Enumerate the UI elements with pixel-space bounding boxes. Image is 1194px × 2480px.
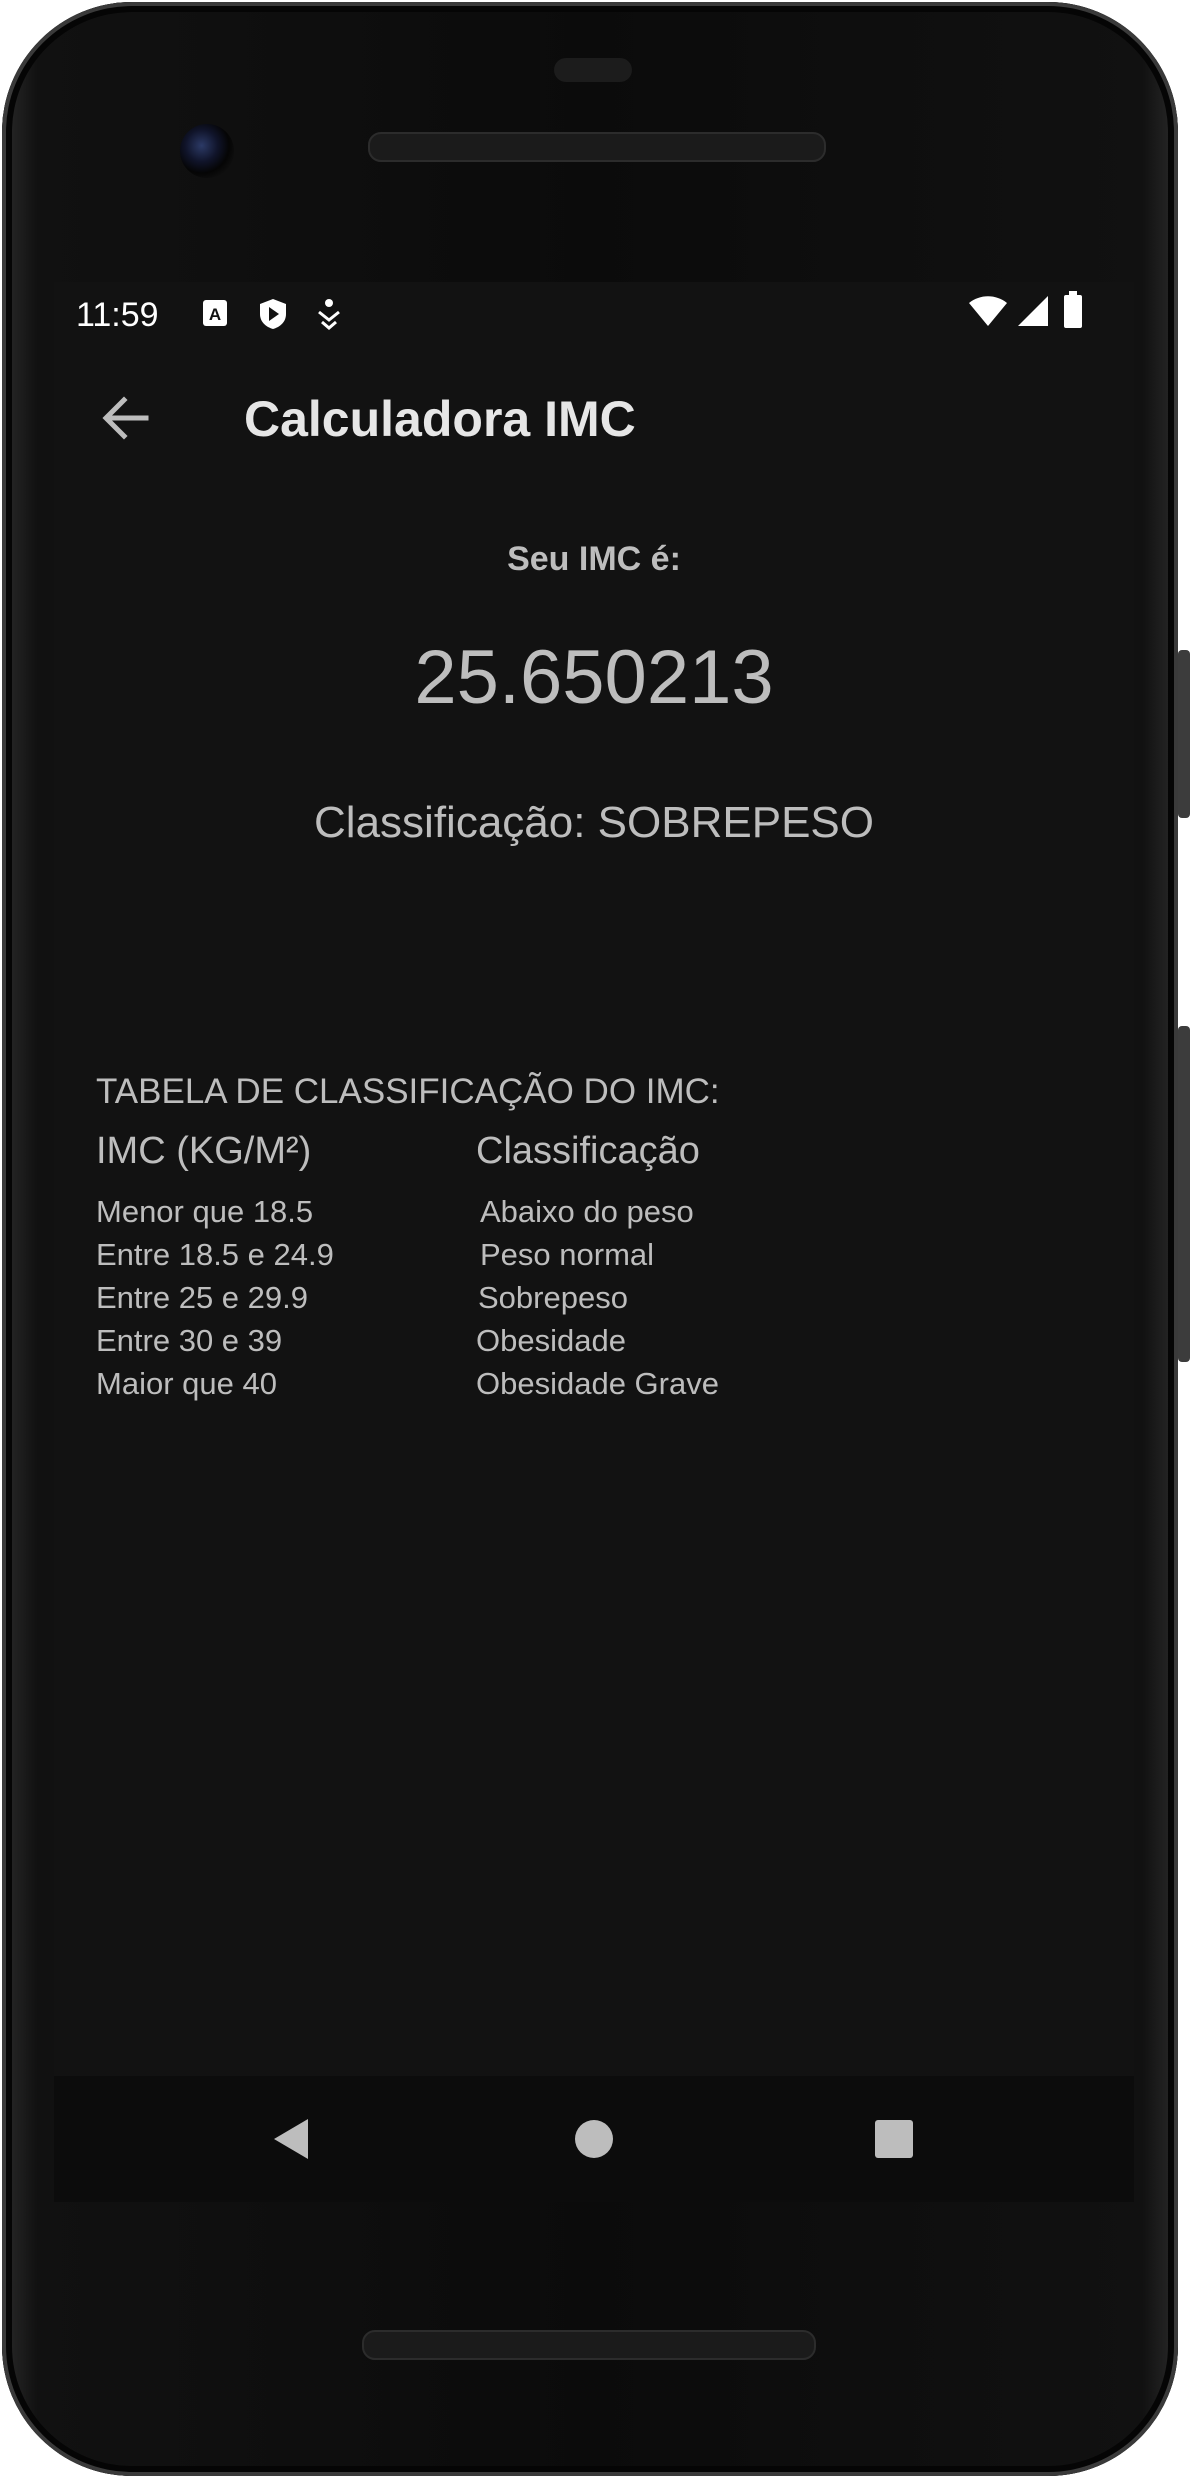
phone-frame: 11:59 A Calculadora IMC Seu IMC é: 25.65… — [2, 2, 1190, 2476]
table-cell-classification: Obesidade Grave — [476, 1366, 719, 1401]
svg-text:A: A — [209, 305, 221, 324]
table-cell-imc: Entre 30 e 39 — [96, 1323, 283, 1358]
table-cell-imc: Entre 18.5 e 24.9 — [96, 1237, 334, 1272]
table-cell-classification: Abaixo do peso — [480, 1194, 694, 1229]
arrow-back-icon — [102, 396, 149, 440]
earpiece-speaker — [368, 132, 826, 162]
volume-button — [1178, 1026, 1190, 1362]
play-shield-icon — [258, 298, 288, 335]
bottom-speaker — [362, 2330, 816, 2360]
navigation-bar — [54, 2076, 1134, 2202]
table-cell-classification: Peso normal — [480, 1237, 655, 1272]
page-title: Calculadora IMC — [244, 391, 636, 447]
home-circle-icon — [575, 2120, 613, 2158]
table-title: TABELA DE CLASSIFICAÇÃO DO IMC: — [96, 1072, 720, 1111]
table-cell-imc: Entre 25 e 29.9 — [96, 1280, 308, 1315]
status-bar: 11:59 A — [54, 282, 1134, 346]
nav-recents-button[interactable] — [864, 2109, 924, 2169]
font-a-icon: A — [202, 298, 228, 333]
accessibility-icon — [316, 298, 342, 335]
nav-home-button[interactable] — [564, 2109, 624, 2169]
battery-icon — [1062, 290, 1084, 335]
status-time: 11:59 — [76, 296, 159, 334]
nav-back-button[interactable] — [262, 2109, 322, 2169]
table-cell-imc: Maior que 40 — [96, 1366, 277, 1401]
proximity-sensor — [554, 58, 632, 82]
screen: 11:59 A Calculadora IMC Seu IMC é: 25.65… — [54, 282, 1134, 2202]
table-header-imc: IMC (KG/M²) — [96, 1130, 312, 1172]
power-button — [1178, 650, 1190, 818]
front-camera — [180, 124, 234, 178]
table-cell-imc: Menor que 18.5 — [96, 1194, 314, 1229]
result-label: Seu IMC é: — [507, 540, 681, 578]
app-bar: Calculadora IMC — [54, 346, 1134, 490]
back-triangle-icon — [274, 2119, 308, 2159]
table-header-classification: Classificação — [476, 1130, 700, 1172]
back-button[interactable] — [94, 386, 158, 450]
signal-icon — [1016, 294, 1050, 333]
classification-text: Classificação: SOBREPESO — [314, 798, 874, 847]
table-cell-classification: Obesidade — [476, 1323, 626, 1358]
bmi-value: 25.650213 — [414, 635, 774, 720]
recents-square-icon — [875, 2120, 913, 2158]
wifi-icon — [968, 294, 1008, 333]
table-cell-classification: Sobrepeso — [478, 1280, 628, 1315]
